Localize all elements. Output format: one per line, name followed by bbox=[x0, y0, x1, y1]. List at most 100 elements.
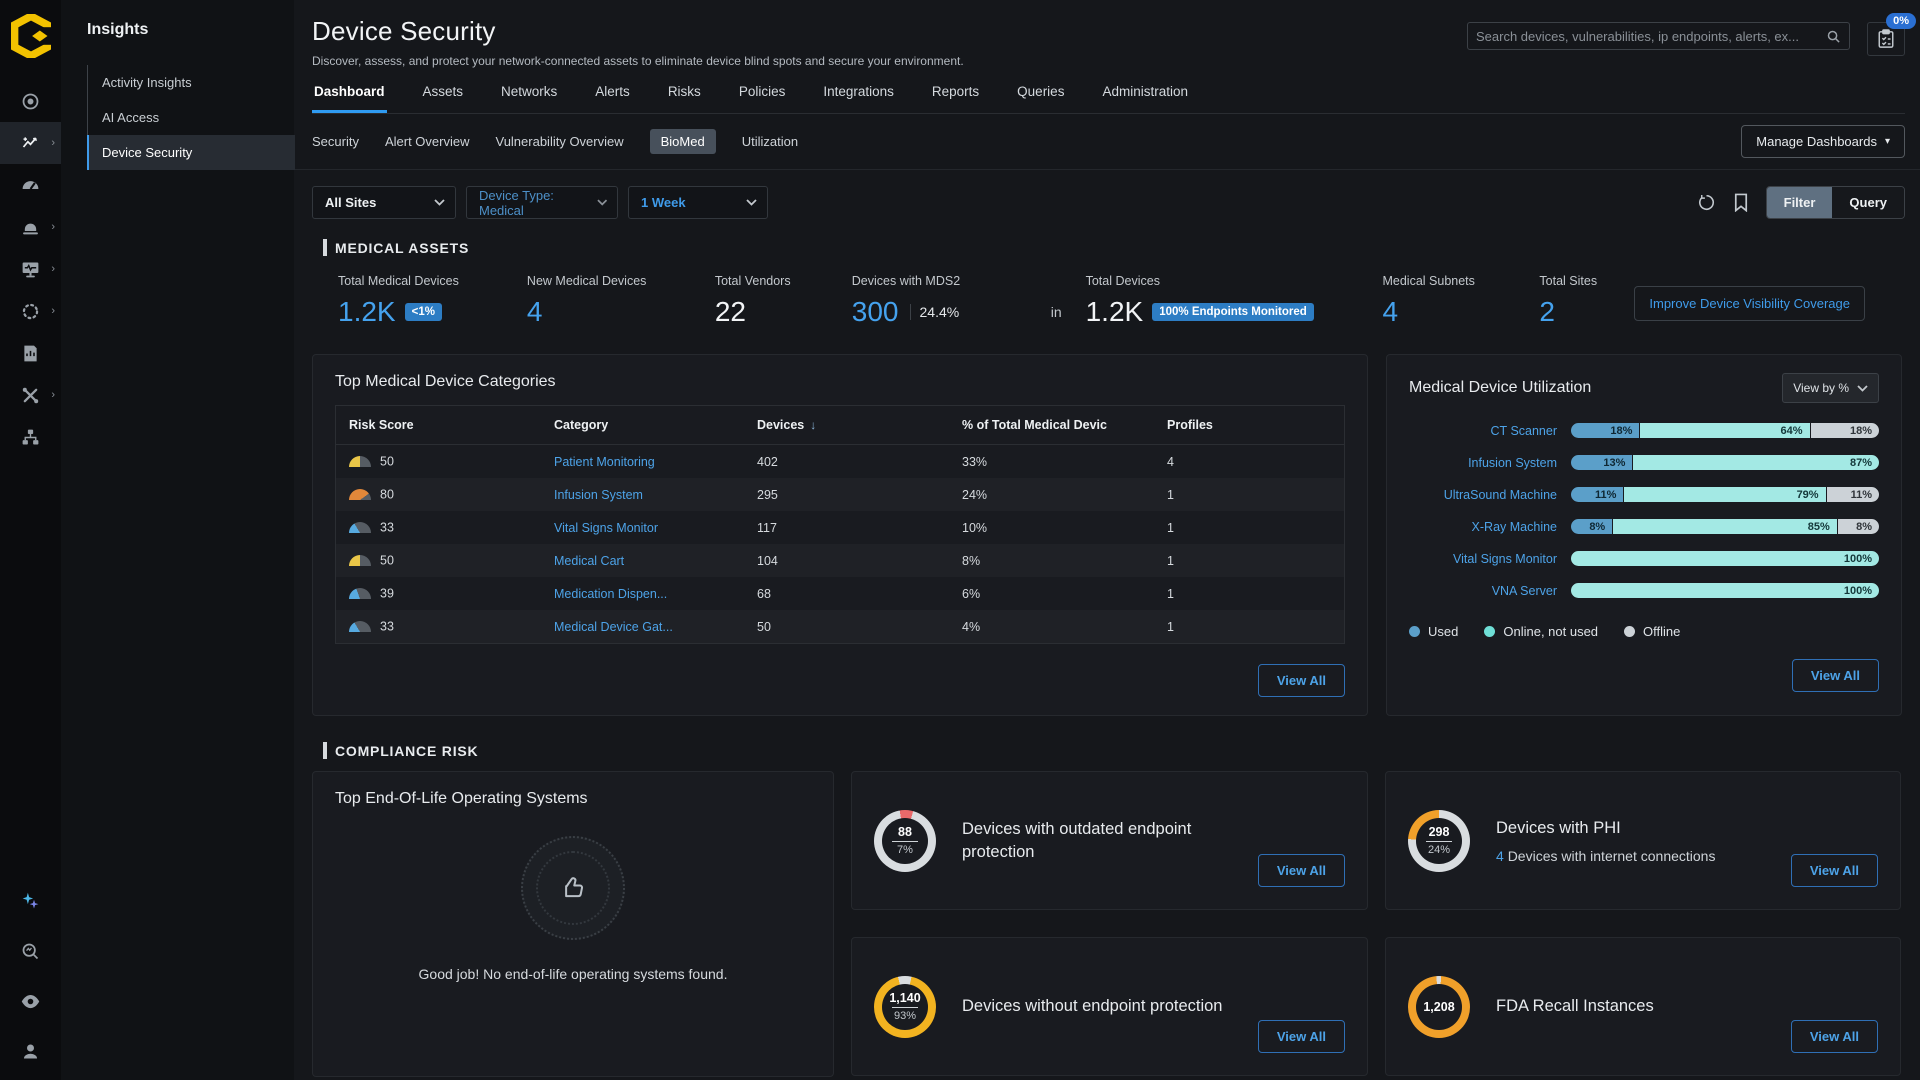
card-title: Devices with outdated endpoint protectio… bbox=[962, 818, 1224, 863]
tab-assets[interactable]: Assets bbox=[421, 84, 466, 113]
profiles-cell: 1 bbox=[1154, 521, 1344, 535]
rail-reports-icon[interactable] bbox=[0, 332, 61, 374]
top-categories-card: Top Medical Device Categories Risk Score… bbox=[312, 354, 1368, 716]
chevron-right-icon: › bbox=[51, 389, 55, 401]
sites-filter-dropdown[interactable]: All Sites bbox=[312, 186, 456, 219]
col-profiles[interactable]: Profiles bbox=[1154, 418, 1344, 432]
tab-alerts[interactable]: Alerts bbox=[593, 84, 632, 113]
coverage-checklist-button[interactable]: 0% bbox=[1867, 22, 1905, 56]
card-title: Devices with PHI bbox=[1496, 817, 1715, 839]
category-link[interactable]: Medication Dispen... bbox=[554, 587, 667, 601]
page-subtitle: Discover, assess, and protect your netwo… bbox=[312, 54, 1905, 68]
internet-connections-link[interactable]: 4 bbox=[1496, 848, 1504, 864]
subtab-biomed[interactable]: BioMed bbox=[650, 129, 716, 154]
utilization-bar: 8%85%8% bbox=[1571, 519, 1879, 534]
category-link[interactable]: Infusion System bbox=[554, 488, 643, 502]
sidebar-item-device-security[interactable]: Device Security bbox=[87, 135, 295, 170]
tab-queries[interactable]: Queries bbox=[1015, 84, 1066, 113]
view-by-dropdown[interactable]: View by % bbox=[1782, 373, 1879, 403]
category-link[interactable]: Patient Monitoring bbox=[554, 455, 655, 469]
rail-alerts-icon[interactable]: › bbox=[0, 206, 61, 248]
profiles-cell: 1 bbox=[1154, 620, 1344, 634]
categories-view-all-button[interactable]: View All bbox=[1258, 664, 1345, 697]
col-category[interactable]: Category bbox=[541, 418, 744, 432]
bar-segment-used: 8% bbox=[1571, 519, 1612, 534]
improve-visibility-button[interactable]: Improve Device Visibility Coverage bbox=[1634, 286, 1865, 321]
without-endpoint-view-all-button[interactable]: View All bbox=[1258, 1020, 1345, 1053]
refresh-button[interactable] bbox=[1697, 193, 1716, 212]
rail-tools-icon[interactable]: › bbox=[0, 374, 61, 416]
insights-panel: Insights Activity Insights AI Access Dev… bbox=[61, 0, 294, 1080]
tab-networks[interactable]: Networks bbox=[499, 84, 559, 113]
tab-integrations[interactable]: Integrations bbox=[821, 84, 896, 113]
subtab-security[interactable]: Security bbox=[312, 129, 359, 154]
sidebar-item-ai-access[interactable]: AI Access bbox=[88, 100, 294, 135]
utilization-row: CT Scanner18%64%18% bbox=[1409, 423, 1879, 438]
rail-insights-icon[interactable]: › bbox=[0, 122, 61, 164]
utilization-bar: 11%79%11% bbox=[1571, 487, 1879, 502]
query-button[interactable]: Query bbox=[1832, 187, 1904, 218]
tab-policies[interactable]: Policies bbox=[737, 84, 788, 113]
category-link[interactable]: Medical Cart bbox=[554, 554, 624, 568]
utilization-view-all-button[interactable]: View All bbox=[1792, 659, 1879, 692]
table-row: 33Medical Device Gat...504%1 bbox=[336, 610, 1344, 643]
bookmark-button[interactable] bbox=[1733, 193, 1749, 212]
rail-network-icon[interactable] bbox=[0, 416, 61, 458]
utilization-legend: UsedOnline, not usedOffline bbox=[1409, 624, 1879, 639]
rail-integrations-icon[interactable]: › bbox=[0, 290, 61, 332]
tab-reports[interactable]: Reports bbox=[930, 84, 981, 113]
col-devices[interactable]: Devices↓ bbox=[744, 418, 949, 432]
search-input[interactable] bbox=[1476, 29, 1826, 44]
col-percent-total[interactable]: % of Total Medical Devic bbox=[949, 418, 1154, 432]
tab-dashboard[interactable]: Dashboard bbox=[312, 84, 387, 113]
armis-logo[interactable] bbox=[11, 14, 51, 58]
categories-card-title: Top Medical Device Categories bbox=[335, 373, 1345, 391]
legend-dot bbox=[1624, 626, 1635, 637]
table-row: 50Patient Monitoring40233%4 bbox=[336, 445, 1344, 478]
stat-total-vendors: Total Vendors 22 bbox=[715, 274, 852, 328]
rail-policies-icon[interactable]: › bbox=[0, 248, 61, 290]
rail-user-icon[interactable] bbox=[0, 1030, 61, 1072]
device-type-link[interactable]: VNA Server bbox=[1409, 584, 1557, 598]
table-row: 50Medical Cart1048%1 bbox=[336, 544, 1344, 577]
device-type-filter-dropdown[interactable]: Device Type: Medical bbox=[466, 186, 618, 219]
phi-view-all-button[interactable]: View All bbox=[1791, 854, 1878, 887]
without-endpoint-card: 1,140 93% Devices without endpoint prote… bbox=[851, 937, 1368, 1076]
table-row: 80Infusion System29524%1 bbox=[336, 478, 1344, 511]
legend-item-offline: Offline bbox=[1624, 624, 1680, 639]
tab-administration[interactable]: Administration bbox=[1100, 84, 1190, 113]
time-range-dropdown[interactable]: 1 Week bbox=[628, 186, 768, 219]
device-type-link[interactable]: UltraSound Machine bbox=[1409, 488, 1557, 502]
rail-investigate-icon[interactable] bbox=[0, 930, 61, 972]
category-link[interactable]: Medical Device Gat... bbox=[554, 620, 673, 634]
bar-segment-offline: 18% bbox=[1811, 423, 1879, 438]
subtab-alert-overview[interactable]: Alert Overview bbox=[385, 129, 470, 154]
subtab-utilization[interactable]: Utilization bbox=[742, 129, 798, 154]
bar-segment-used: 13% bbox=[1571, 455, 1632, 470]
chevron-down-icon bbox=[434, 199, 445, 206]
card-title: FDA Recall Instances bbox=[1496, 995, 1654, 1017]
sidebar-item-activity-insights[interactable]: Activity Insights bbox=[88, 65, 294, 100]
col-risk-score[interactable]: Risk Score bbox=[336, 418, 541, 432]
outdated-endpoint-view-all-button[interactable]: View All bbox=[1258, 854, 1345, 887]
rail-discover-icon[interactable] bbox=[0, 80, 61, 122]
filter-query-toggle: Filter Query bbox=[1766, 186, 1905, 219]
stats-connector: in bbox=[1051, 304, 1062, 320]
manage-dashboards-button[interactable]: Manage Dashboards ▾ bbox=[1741, 125, 1905, 158]
rail-visibility-icon[interactable] bbox=[0, 980, 61, 1022]
rail-risk-gauge-icon[interactable] bbox=[0, 164, 61, 206]
device-type-link[interactable]: X-Ray Machine bbox=[1409, 520, 1557, 534]
utilization-row: Vital Signs Monitor100% bbox=[1409, 551, 1879, 566]
global-search[interactable] bbox=[1467, 22, 1850, 50]
chevron-right-icon: › bbox=[51, 305, 55, 317]
category-link[interactable]: Vital Signs Monitor bbox=[554, 521, 658, 535]
tab-risks[interactable]: Risks bbox=[666, 84, 703, 113]
fda-view-all-button[interactable]: View All bbox=[1791, 1020, 1878, 1053]
device-type-link[interactable]: CT Scanner bbox=[1409, 424, 1557, 438]
filter-button[interactable]: Filter bbox=[1767, 187, 1833, 218]
device-type-link[interactable]: Vital Signs Monitor bbox=[1409, 552, 1557, 566]
subtab-vulnerability-overview[interactable]: Vulnerability Overview bbox=[496, 129, 624, 154]
device-type-link[interactable]: Infusion System bbox=[1409, 456, 1557, 470]
percent-cell: 10% bbox=[949, 521, 1154, 535]
rail-ai-icon[interactable] bbox=[0, 880, 61, 922]
